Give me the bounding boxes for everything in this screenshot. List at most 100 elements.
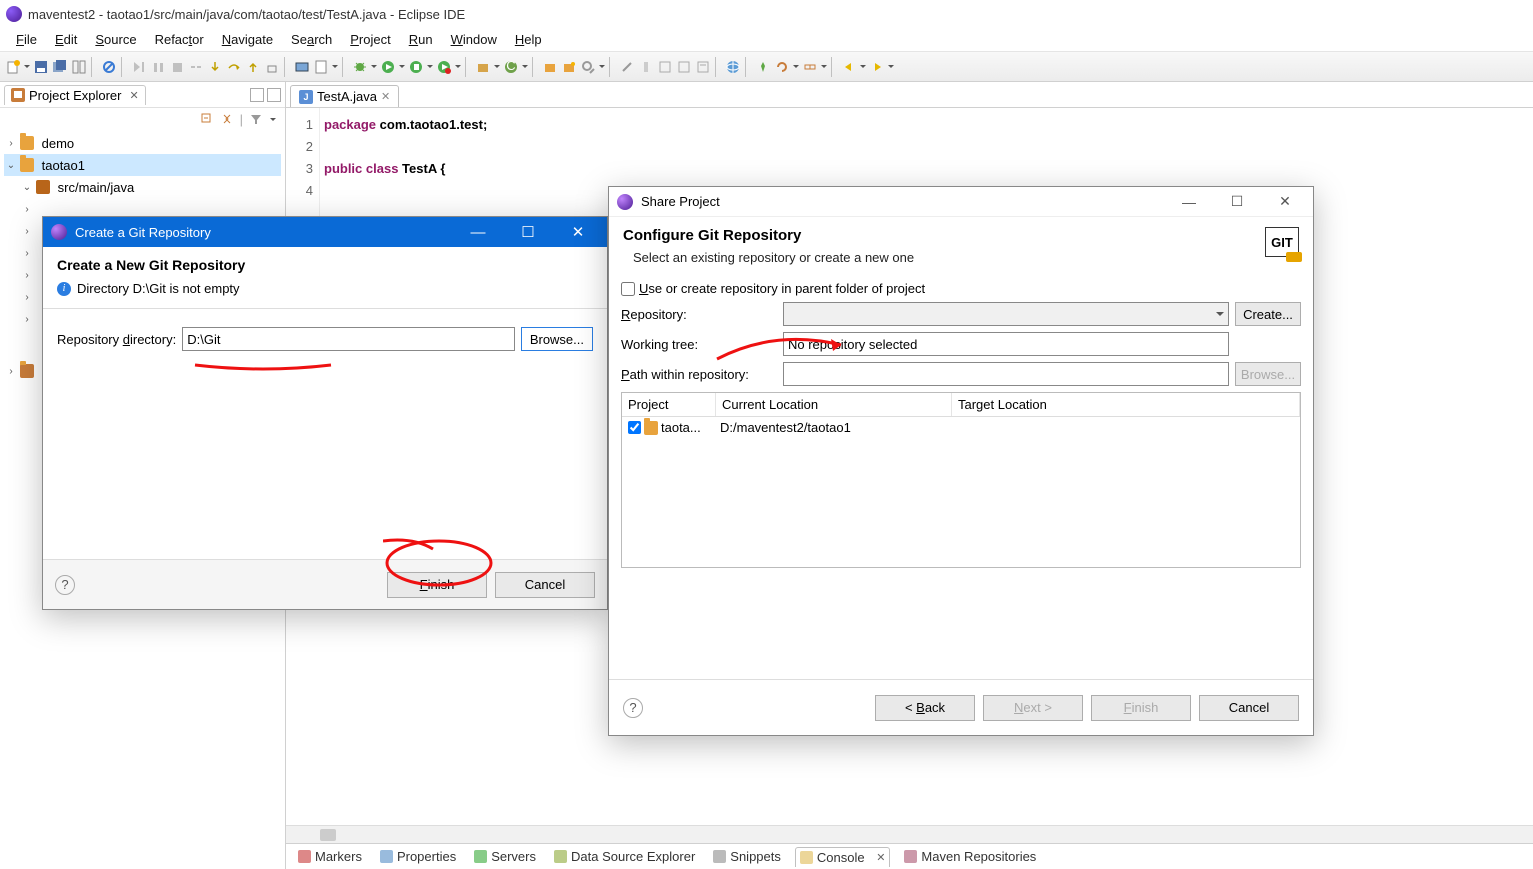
dropdown-icon[interactable] (820, 62, 828, 71)
parent-folder-checkbox[interactable] (621, 282, 635, 296)
table-row[interactable]: taota... D:/maventest2/taotao1 (622, 417, 1300, 438)
debug-icon[interactable] (351, 58, 369, 76)
dropdown-icon[interactable] (887, 62, 895, 71)
close-icon[interactable]: ✕ (876, 851, 885, 864)
dropdown-icon[interactable] (426, 62, 434, 71)
menu-window[interactable]: Window (443, 30, 505, 49)
project-checkbox[interactable] (628, 421, 641, 434)
back-button[interactable]: < Back (875, 695, 975, 721)
tree-item-demo[interactable]: demo (42, 136, 75, 151)
dropdown-icon[interactable] (493, 62, 501, 71)
tree-item-src[interactable]: src/main/java (58, 180, 135, 195)
open-task-icon[interactable] (560, 58, 578, 76)
filter-icon[interactable] (249, 112, 263, 126)
run-icon[interactable] (379, 58, 397, 76)
minimize-icon[interactable]: — (1169, 194, 1209, 210)
annotation-icon[interactable] (656, 58, 674, 76)
save-all-icon[interactable] (51, 58, 69, 76)
menu-project[interactable]: Project (342, 30, 398, 49)
menu-source[interactable]: Source (87, 30, 144, 49)
cancel-button[interactable]: Cancel (495, 572, 595, 598)
minimize-icon[interactable]: — (457, 224, 499, 241)
maximize-icon[interactable] (267, 88, 281, 102)
task-icon[interactable] (694, 58, 712, 76)
tab-snippets[interactable]: Snippets (709, 847, 785, 866)
menu-search[interactable]: Search (283, 30, 340, 49)
editor-tab-testa[interactable]: J TestA.java ✕ (290, 85, 399, 107)
tree-item-taotao1[interactable]: taotao1 (42, 158, 85, 173)
open-type-icon[interactable] (541, 58, 559, 76)
link-editor-icon[interactable] (220, 112, 234, 126)
drop-frame-icon[interactable] (263, 58, 281, 76)
search-icon[interactable] (579, 58, 597, 76)
skip-icon[interactable] (100, 58, 118, 76)
col-target-location[interactable]: Target Location (952, 393, 1300, 416)
forward-icon[interactable] (868, 58, 886, 76)
disconnect-icon[interactable] (187, 58, 205, 76)
new-server-icon[interactable] (293, 58, 311, 76)
tab-properties[interactable]: Properties (376, 847, 460, 866)
tab-dse[interactable]: Data Source Explorer (550, 847, 699, 866)
resume-icon[interactable] (130, 58, 148, 76)
menu-help[interactable]: Help (507, 30, 550, 49)
collapse-all-icon[interactable] (200, 112, 214, 126)
minimize-icon[interactable] (250, 88, 264, 102)
col-current-location[interactable]: Current Location (716, 393, 952, 416)
dropdown-icon[interactable] (521, 62, 529, 71)
toggle-icon[interactable] (70, 58, 88, 76)
run-last-icon[interactable] (435, 58, 453, 76)
dialog-titlebar[interactable]: Share Project — ☐ ✕ (609, 187, 1313, 217)
tab-markers[interactable]: Markers (294, 847, 366, 866)
repo-dir-input[interactable] (182, 327, 515, 351)
close-icon[interactable]: ✕ (381, 90, 390, 103)
new-class-icon[interactable]: C (502, 58, 520, 76)
menu-navigate[interactable]: Navigate (214, 30, 281, 49)
repository-combo[interactable] (783, 302, 1229, 326)
flashlight-icon[interactable] (637, 58, 655, 76)
help-icon[interactable]: ? (55, 575, 75, 595)
create-button[interactable]: Create... (1235, 302, 1301, 326)
new-package-icon[interactable] (474, 58, 492, 76)
view-menu-icon[interactable] (269, 115, 277, 124)
dropdown-icon[interactable] (331, 62, 339, 71)
step-return-icon[interactable] (244, 58, 262, 76)
dropdown-icon[interactable] (398, 62, 406, 71)
coverage-icon[interactable] (407, 58, 425, 76)
close-icon[interactable]: ✕ (557, 223, 599, 241)
maximize-icon[interactable]: ☐ (1217, 193, 1257, 210)
menu-file[interactable]: File (8, 30, 45, 49)
project-explorer-tab[interactable]: Project Explorer ✕ (4, 85, 146, 105)
dropdown-icon[interactable] (792, 62, 800, 71)
suspend-icon[interactable] (149, 58, 167, 76)
web-icon[interactable] (724, 58, 742, 76)
dropdown-icon[interactable] (598, 62, 606, 71)
save-icon[interactable] (32, 58, 50, 76)
dropdown-icon[interactable] (370, 62, 378, 71)
dialog-titlebar[interactable]: Create a Git Repository — ☐ ✕ (43, 217, 607, 247)
dropdown-icon[interactable] (454, 62, 462, 71)
terminate-icon[interactable] (168, 58, 186, 76)
step-over-icon[interactable] (225, 58, 243, 76)
col-project[interactable]: Project (622, 393, 716, 416)
cancel-button[interactable]: Cancel (1199, 695, 1299, 721)
dropdown-icon[interactable] (859, 62, 867, 71)
new-jsp-icon[interactable] (312, 58, 330, 76)
link-icon[interactable] (801, 58, 819, 76)
close-icon[interactable]: ✕ (1265, 193, 1305, 210)
tab-servers[interactable]: Servers (470, 847, 540, 866)
finish-button[interactable]: Finish (387, 572, 487, 598)
help-icon[interactable]: ? (623, 698, 643, 718)
horizontal-scrollbar[interactable] (286, 825, 1533, 843)
browse-button[interactable]: Browse... (521, 327, 593, 351)
step-into-icon[interactable] (206, 58, 224, 76)
menu-refactor[interactable]: Refactor (147, 30, 212, 49)
pin-icon[interactable] (754, 58, 772, 76)
refresh-icon[interactable] (773, 58, 791, 76)
new-icon[interactable] (4, 58, 22, 76)
menu-run[interactable]: Run (401, 30, 441, 49)
bookmark-icon[interactable] (675, 58, 693, 76)
tab-console[interactable]: Console ✕ (795, 847, 891, 867)
wand-icon[interactable] (618, 58, 636, 76)
dropdown-icon[interactable] (23, 62, 31, 71)
maximize-icon[interactable]: ☐ (507, 223, 549, 241)
